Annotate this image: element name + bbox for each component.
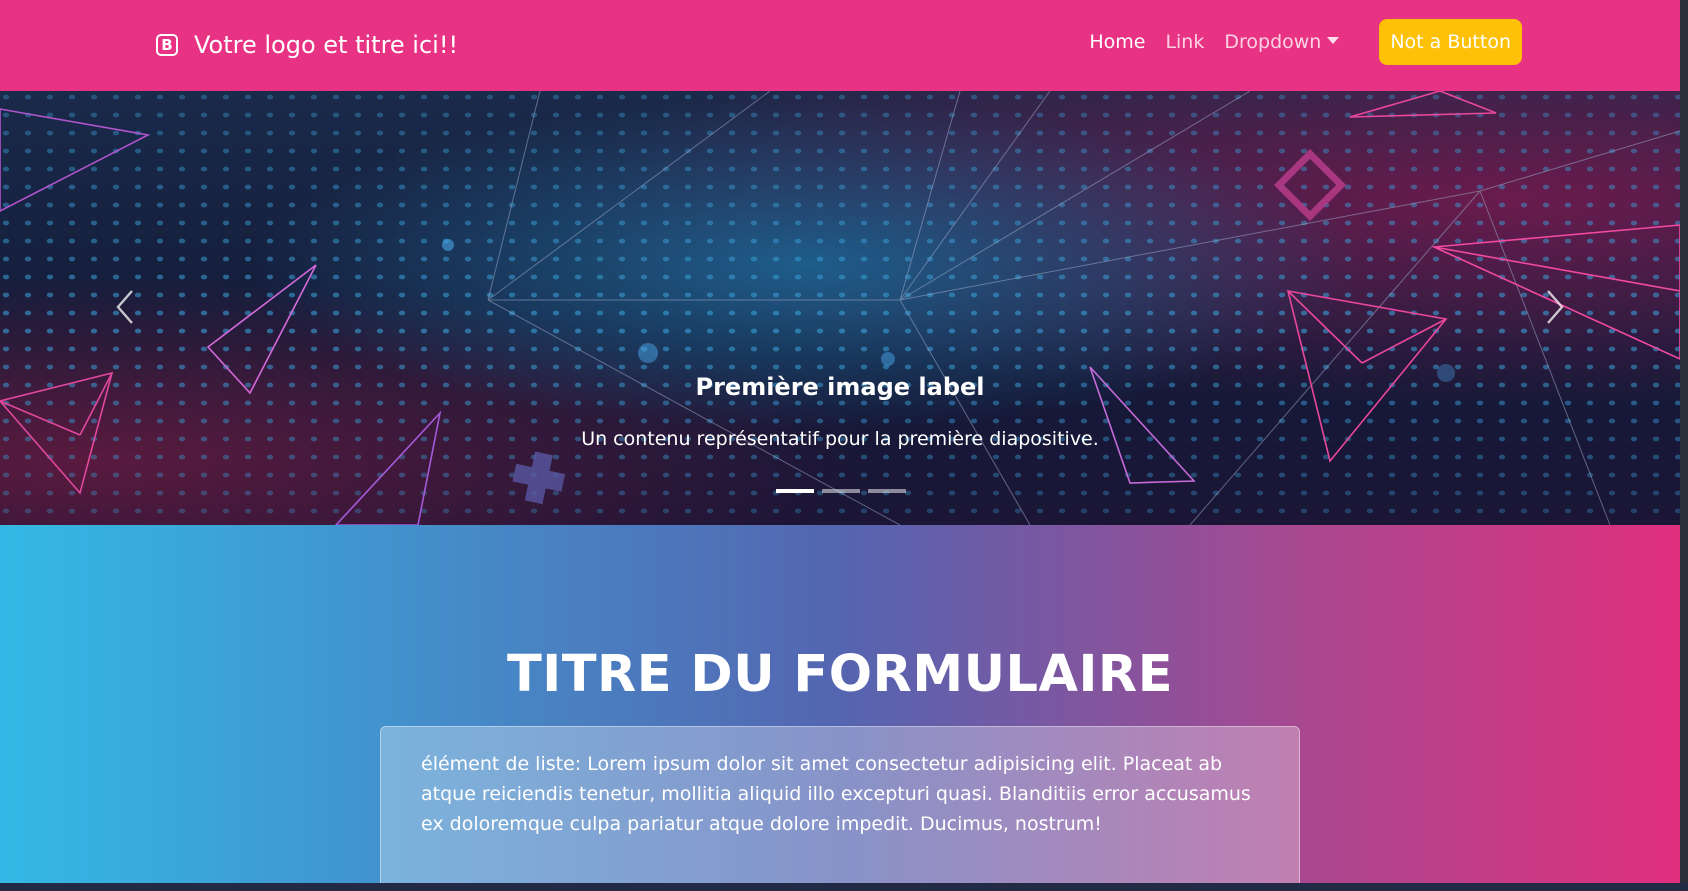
carousel-indicator-1[interactable] bbox=[776, 489, 814, 493]
form-card-text: élément de liste: Lorem ipsum dolor sit … bbox=[421, 753, 1251, 835]
carousel-indicator-3[interactable] bbox=[868, 489, 906, 493]
scrollbar-track[interactable] bbox=[1680, 0, 1688, 891]
hero-carousel: Première image label Un contenu représen… bbox=[0, 91, 1680, 525]
nav-dropdown[interactable]: Dropdown bbox=[1224, 31, 1340, 53]
chevron-left-icon[interactable] bbox=[112, 287, 140, 327]
navbar: B Votre logo et titre ici!! Home Link Dr… bbox=[0, 0, 1680, 91]
chevron-right-icon[interactable] bbox=[1540, 287, 1568, 327]
page: B Votre logo et titre ici!! Home Link Dr… bbox=[0, 0, 1680, 883]
brand-title: Votre logo et titre ici!! bbox=[194, 31, 459, 59]
carousel-caption-title: Première image label bbox=[695, 373, 985, 401]
form-section: TITRE DU FORMULAIRE élément de liste: Lo… bbox=[0, 525, 1680, 883]
not-a-button-button[interactable]: Not a Button bbox=[1379, 19, 1522, 65]
carousel-indicators bbox=[776, 489, 906, 493]
window-bottom-edge bbox=[0, 883, 1688, 891]
caret-down-icon bbox=[1327, 37, 1340, 44]
carousel-background-image bbox=[0, 91, 1680, 525]
brand[interactable]: B Votre logo et titre ici!! bbox=[156, 31, 458, 59]
bootstrap-logo-icon: B bbox=[156, 34, 178, 56]
form-title: TITRE DU FORMULAIRE bbox=[506, 645, 1174, 704]
form-card: élément de liste: Lorem ipsum dolor sit … bbox=[380, 726, 1300, 883]
carousel-caption-text: Un contenu représentatif pour la premièr… bbox=[581, 428, 1099, 450]
nav-links: Home Link Dropdown Not a Button bbox=[1089, 19, 1522, 65]
nav-link-home[interactable]: Home bbox=[1089, 31, 1145, 53]
nav-link-link[interactable]: Link bbox=[1165, 31, 1204, 53]
carousel-indicator-2[interactable] bbox=[822, 489, 860, 493]
nav-dropdown-label: Dropdown bbox=[1224, 31, 1322, 53]
